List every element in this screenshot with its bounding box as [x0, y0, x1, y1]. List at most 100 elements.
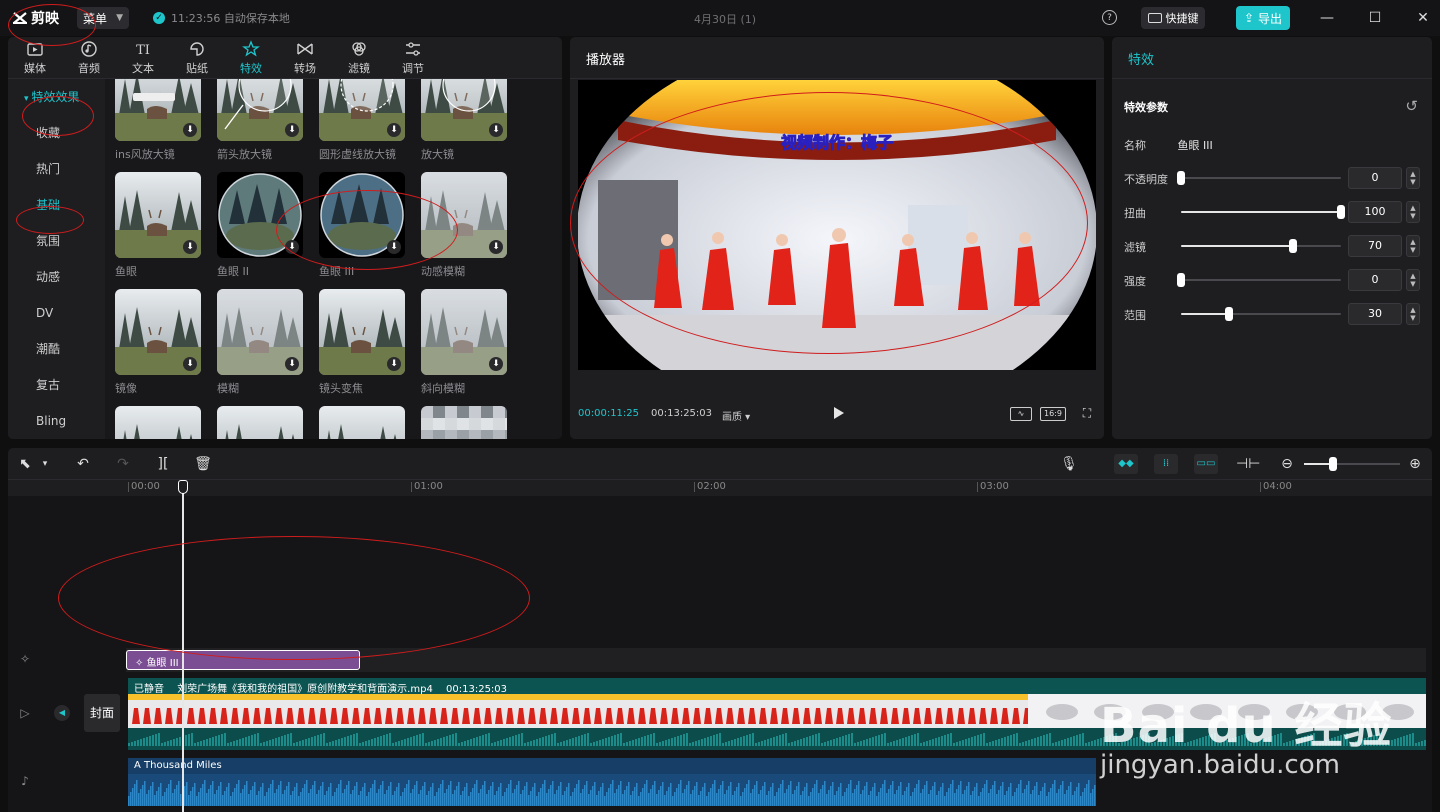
waveform-icon[interactable]: ∿ [1010, 407, 1032, 421]
effect-card[interactable]: ⬇ [421, 406, 507, 439]
chevron-up-icon[interactable]: ▲ [1410, 306, 1415, 314]
tab-effects[interactable]: 特效 [224, 37, 278, 79]
effect-card[interactable]: ⬇ 鱼眼 [115, 172, 201, 279]
param-slider-knob[interactable] [1225, 307, 1233, 321]
param-slider[interactable] [1181, 239, 1341, 253]
auto-snap-icon[interactable]: ⁞⁞ [1154, 454, 1178, 474]
download-icon[interactable]: ⬇ [387, 240, 401, 254]
tab-adjust[interactable]: 调节 [386, 37, 440, 79]
param-stepper[interactable]: ▲ ▼ [1406, 167, 1420, 189]
zoom-slider-knob[interactable] [1328, 457, 1337, 471]
effect-card[interactable]: ⬇ 镜头变焦 [319, 289, 405, 396]
download-icon[interactable]: ⬇ [285, 123, 299, 137]
quality-dropdown[interactable]: 画质 ▾ [722, 408, 750, 423]
download-icon[interactable]: ⬇ [387, 123, 401, 137]
effect-card[interactable]: ⬇ 镜像 [115, 289, 201, 396]
effect-card[interactable]: ⬇ 斜向模糊 [421, 289, 507, 396]
download-icon[interactable]: ⬇ [489, 357, 503, 371]
fullscreen-icon[interactable]: ⛶ [1080, 407, 1094, 421]
effect-card[interactable]: ⬇ [319, 406, 405, 439]
download-icon[interactable]: ⬇ [285, 357, 299, 371]
effect-card[interactable]: ⬇ ins风放大镜 [115, 79, 201, 162]
param-value-input[interactable]: 70 [1348, 235, 1402, 257]
select-tool-icon[interactable]: ⬉ [16, 455, 34, 473]
param-value-input[interactable]: 100 [1348, 201, 1402, 223]
download-icon[interactable]: ⬇ [489, 123, 503, 137]
chevron-down-icon[interactable]: ▼ [1410, 246, 1415, 254]
category-item[interactable]: 动感 [8, 259, 105, 295]
category-item[interactable]: DV [8, 295, 105, 331]
zoom-out-icon[interactable]: ⊖ [1278, 455, 1296, 473]
video-preview[interactable]: 视频制作：梅子 [578, 80, 1096, 375]
tab-sticker[interactable]: 贴纸 [170, 37, 224, 79]
playhead[interactable] [182, 480, 184, 812]
chevron-down-icon[interactable]: ▼ [1410, 314, 1415, 322]
main-track-magnet-icon[interactable]: ◆◆ [1114, 454, 1138, 474]
param-slider-knob[interactable] [1177, 273, 1185, 287]
chevron-up-icon[interactable]: ▲ [1410, 204, 1415, 212]
category-item[interactable]: 热门 [8, 151, 105, 187]
zoom-slider[interactable] [1304, 457, 1400, 471]
ratio-button[interactable]: 16:9 [1040, 407, 1066, 421]
minimize-icon[interactable]: — [1318, 9, 1336, 27]
category-item[interactable]: 基础 [8, 187, 105, 223]
param-stepper[interactable]: ▲ ▼ [1406, 303, 1420, 325]
category-item[interactable]: 潮酷 [8, 331, 105, 367]
zoom-in-icon[interactable]: ⊕ [1406, 455, 1424, 473]
download-icon[interactable]: ⬇ [285, 240, 299, 254]
effect-card[interactable]: ⬇ 动感模糊 [421, 172, 507, 279]
effect-card[interactable]: ⬇ 模糊 [217, 289, 303, 396]
tab-filter[interactable]: 滤镜 [332, 37, 386, 79]
redo-icon[interactable]: ↷ [114, 455, 132, 473]
category-item[interactable]: 收藏 [8, 115, 105, 151]
reset-icon[interactable]: ↺ [1405, 97, 1418, 115]
chevron-up-icon[interactable]: ▲ [1410, 170, 1415, 178]
param-slider[interactable] [1181, 307, 1341, 321]
download-icon[interactable]: ⬇ [387, 357, 401, 371]
param-value-input[interactable]: 0 [1348, 269, 1402, 291]
shortcut-button[interactable]: 快捷键 [1141, 7, 1205, 29]
param-stepper[interactable]: ▲ ▼ [1406, 201, 1420, 223]
tab-media[interactable]: 媒体 [8, 37, 62, 79]
export-button[interactable]: ⇪ 导出 [1236, 6, 1290, 30]
param-slider-knob[interactable] [1289, 239, 1297, 253]
help-icon[interactable]: ? [1102, 10, 1117, 25]
audio-clip[interactable]: A Thousand Miles [128, 758, 1096, 806]
param-value-input[interactable]: 0 [1348, 167, 1402, 189]
effect-card[interactable]: ⬇ 放大镜 [421, 79, 507, 162]
download-icon[interactable]: ⬇ [183, 240, 197, 254]
chevron-up-icon[interactable]: ▲ [1410, 238, 1415, 246]
undo-icon[interactable]: ↶ [74, 455, 92, 473]
close-icon[interactable]: ✕ [1414, 9, 1432, 27]
menu-button[interactable]: 菜单 ▼ [77, 7, 129, 29]
download-icon[interactable]: ⬇ [183, 123, 197, 137]
chevron-down-icon[interactable]: ▼ [1410, 212, 1415, 220]
effect-card[interactable]: ⬇ 箭头放大镜 [217, 79, 303, 162]
param-slider[interactable] [1177, 273, 1341, 287]
category-item[interactable]: Bling [8, 403, 105, 439]
effect-card[interactable]: ⬇ 鱼眼 II [217, 172, 303, 279]
playhead-handle[interactable] [178, 480, 188, 494]
chevron-down-icon[interactable]: ▾ [36, 455, 54, 473]
download-icon[interactable]: ⬇ [489, 240, 503, 254]
chevron-down-icon[interactable]: ▼ [1410, 280, 1415, 288]
param-value-input[interactable]: 30 [1348, 303, 1402, 325]
effect-card[interactable]: ⬇ [217, 406, 303, 439]
param-slider-knob[interactable] [1337, 205, 1345, 219]
split-icon[interactable]: ][ [154, 455, 172, 473]
category-item[interactable]: 氛围 [8, 223, 105, 259]
effect-card[interactable]: ⬇ 鱼眼 III [319, 172, 405, 279]
effect-card[interactable]: ⬇ [115, 406, 201, 439]
microphone-icon[interactable]: 🎙 [1060, 455, 1078, 473]
mute-icon[interactable]: ◀ [54, 705, 70, 721]
preview-axis-icon[interactable]: ⊣⊢ [1236, 455, 1260, 473]
chevron-up-icon[interactable]: ▲ [1410, 272, 1415, 280]
effect-card[interactable]: ⬇ 圆形虚线放大镜 [319, 79, 405, 162]
param-slider-knob[interactable] [1177, 171, 1185, 185]
param-slider[interactable] [1177, 171, 1341, 185]
param-stepper[interactable]: ▲ ▼ [1406, 269, 1420, 291]
param-slider[interactable] [1181, 205, 1345, 219]
timeline-ruler[interactable]: 00:00 01:00 02:00 03:00 04:00 [8, 480, 1432, 496]
maximize-icon[interactable]: ☐ [1366, 9, 1384, 27]
tab-text[interactable]: TI 文本 [116, 37, 170, 79]
